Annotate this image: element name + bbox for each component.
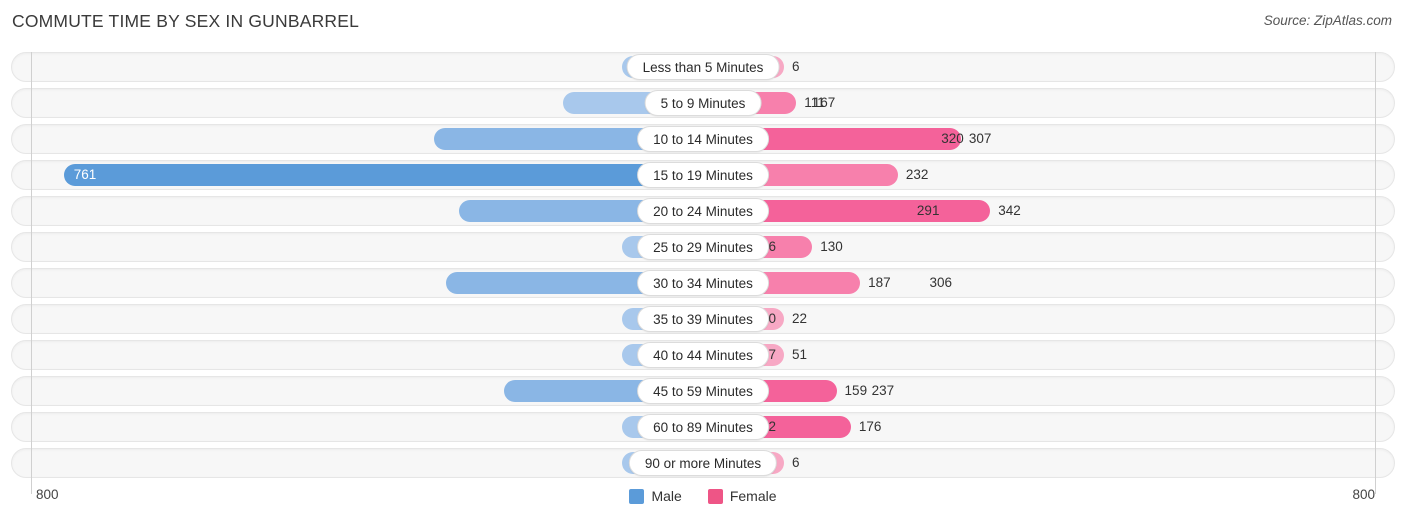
category-label: 10 to 14 Minutes	[637, 126, 769, 152]
value-label-female: 187	[868, 275, 891, 290]
category-label: 40 to 44 Minutes	[637, 342, 769, 368]
legend-swatch-female-icon	[707, 488, 723, 504]
value-label-female: 22	[792, 311, 808, 326]
axis-line-left	[31, 52, 32, 494]
category-label: 5 to 9 Minutes	[644, 90, 762, 116]
category-label: 15 to 19 Minutes	[637, 162, 769, 188]
legend-label-female: Female	[729, 488, 777, 504]
category-label: 45 to 59 Minutes	[637, 378, 769, 404]
chart-row[interactable]: 796Less than 5 Minutes	[0, 52, 1406, 82]
category-label: 90 or more Minutes	[628, 450, 778, 476]
bar-male[interactable]	[63, 164, 703, 186]
legend-swatch-male-icon	[629, 488, 645, 504]
value-label-female: 342	[998, 203, 1021, 218]
chart-row[interactable]: 237 159 45 to 59 Minutes	[0, 376, 1406, 406]
chart-legend: Male Female	[0, 488, 1406, 504]
chart-header: COMMUTE TIME BY SEX IN GUNBARREL Source:…	[0, 0, 1406, 44]
value-label-male: 291	[916, 203, 940, 218]
value-label-male: 320	[941, 131, 964, 146]
chart-page: COMMUTE TIME BY SEX IN GUNBARREL Source:…	[0, 0, 1406, 523]
chart-row[interactable]: 761 232 15 to 19 Minutes	[0, 160, 1406, 190]
value-label-female: 159	[844, 383, 868, 398]
value-label-female: 51	[792, 347, 808, 362]
value-label-female: 111	[804, 95, 825, 110]
category-label: 20 to 24 Minutes	[637, 198, 769, 224]
category-label: 60 to 89 Minutes	[637, 414, 769, 440]
chart-row[interactable]: 8613025 to 29 Minutes	[0, 232, 1406, 262]
legend-item-male[interactable]: Male	[629, 488, 682, 504]
chart-row[interactable]: 306 187 30 to 34 Minutes	[0, 268, 1406, 298]
value-label-female: 6	[792, 455, 800, 470]
category-label: 25 to 29 Minutes	[637, 234, 769, 260]
chart-row[interactable]: 102235 to 39 Minutes	[0, 304, 1406, 334]
chart-rows: 796Less than 5 Minutes1671115 to 9 Minut…	[0, 52, 1406, 484]
legend-item-female[interactable]: Female	[707, 488, 777, 504]
value-label-female: 307	[968, 131, 992, 146]
chart-row[interactable]: 291 342 20 to 24 Minutes	[0, 196, 1406, 226]
category-label: 30 to 34 Minutes	[637, 270, 769, 296]
page-title: COMMUTE TIME BY SEX IN GUNBARREL	[12, 11, 360, 31]
diverging-bar-chart: 796Less than 5 Minutes1671115 to 9 Minut…	[0, 44, 1406, 494]
legend-label-male: Male	[651, 488, 682, 504]
category-label: 35 to 39 Minutes	[637, 306, 769, 332]
chart-row[interactable]: 6217660 to 89 Minutes	[0, 412, 1406, 442]
value-label-female: 176	[858, 419, 882, 434]
chart-row[interactable]: 167 111 5 to 9 Minutes	[0, 88, 1406, 118]
axis-line-right	[1375, 52, 1376, 494]
value-label-female: 232	[905, 167, 929, 182]
source-attribution: Source: ZipAtlas.com	[1263, 13, 1392, 28]
category-label: Less than 5 Minutes	[626, 54, 780, 80]
value-label-female: 130	[820, 239, 843, 254]
chart-footer: 800 800 Male Female	[0, 484, 1406, 523]
value-label-female: 6	[792, 59, 800, 74]
value-label-male: 761	[73, 167, 97, 182]
chart-row[interactable]: 5690 or more Minutes	[0, 448, 1406, 478]
chart-row[interactable]: 375140 to 44 Minutes	[0, 340, 1406, 370]
chart-row[interactable]: 320 307 10 to 14 Minutes	[0, 124, 1406, 154]
